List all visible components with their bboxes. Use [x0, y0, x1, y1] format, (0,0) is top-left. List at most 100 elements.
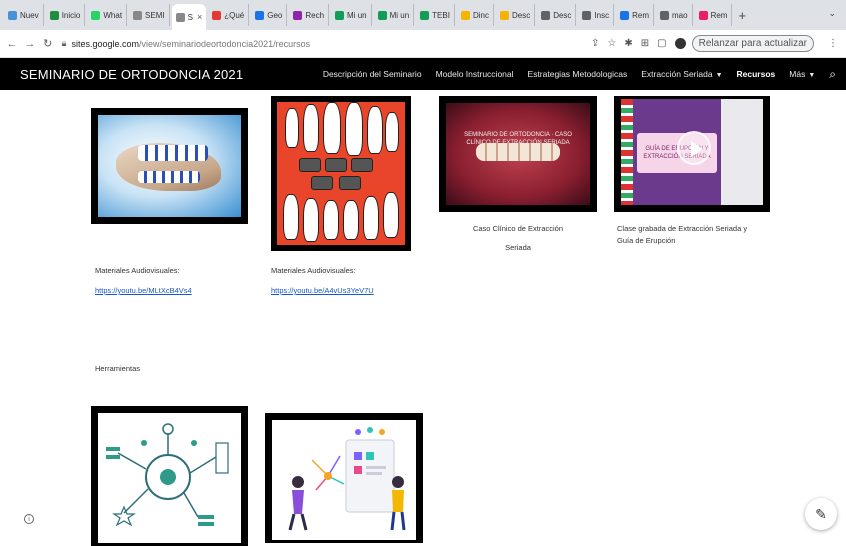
tab-favicon-icon — [541, 10, 551, 20]
clinical-case-caption: Caso Clínico de Extracción Seriada — [452, 224, 584, 252]
nav-mas[interactable]: Más ▼ — [789, 69, 815, 79]
tooth-shape — [367, 106, 383, 154]
teeth-diagram-image[interactable] — [271, 96, 411, 251]
tab-favicon-icon — [420, 10, 430, 20]
tab-label: Inicio — [61, 10, 81, 20]
tooth-shape — [383, 192, 399, 238]
tab-favicon-icon — [255, 10, 265, 20]
star-icon[interactable]: ☆ — [607, 38, 616, 49]
browser-tab[interactable]: Rech — [289, 4, 330, 26]
tab-label: Nuev — [20, 10, 39, 20]
tab-label: S — [187, 12, 193, 22]
tooth-shape — [325, 158, 347, 172]
edit-pencil-icon[interactable]: ✎ — [805, 498, 837, 530]
tools-diagram-canvas — [98, 413, 241, 543]
nav-label: Estrategias Metodologicas — [527, 69, 628, 79]
puzzle-icon[interactable]: ⊞ — [641, 38, 649, 49]
browser-tab[interactable]: SEMI — [129, 4, 170, 26]
tooth-shape — [323, 102, 341, 154]
tab-favicon-icon — [133, 10, 143, 20]
material-label-1: Materiales Audiovisuales: — [95, 266, 180, 275]
browser-tab[interactable]: Insc — [578, 4, 615, 26]
nav-label: Modelo Instruccional — [435, 69, 514, 79]
profile-avatar[interactable] — [674, 38, 686, 49]
tab-label: Dinc — [472, 10, 489, 20]
nav-label: Recursos — [736, 69, 776, 79]
search-icon[interactable]: ⌕ — [829, 67, 836, 82]
browser-tab[interactable]: Mi un — [331, 4, 372, 26]
tab-favicon-icon — [660, 10, 669, 20]
material-link-2[interactable]: https://youtu.be/A4vUs3YeV7U — [271, 286, 374, 295]
url-path: /view/seminariodeortodoncia2021/recursos — [139, 38, 311, 49]
teeth-diagram-canvas — [277, 102, 405, 245]
tab-search-icon[interactable]: ⌄ — [828, 8, 836, 19]
jaw-image[interactable] — [91, 108, 248, 224]
tab-favicon-icon — [91, 10, 101, 20]
tab-favicon-icon — [377, 10, 387, 20]
class-caption-line-2: Guía de Erupción — [617, 236, 676, 245]
tab-label: Rech — [305, 10, 325, 20]
close-icon[interactable]: × — [197, 12, 202, 22]
tooth-shape — [303, 104, 319, 152]
browser-tab[interactable]: Dinc — [457, 4, 494, 26]
recorded-class-frame: GUÍA DE ERUPCIÓN Y EXTRACCIÓN SERIADA — [621, 99, 763, 205]
browser-tab[interactable]: Inicio — [46, 4, 86, 26]
clinical-case-video[interactable]: SEMINARIO DE ORTODONCIA · CASO CLÍNICO D… — [439, 96, 597, 212]
nav-extraccion-seriada[interactable]: Extracción Seriada ▼ — [641, 69, 722, 79]
nav-descripcion[interactable]: Descripción del Seminario — [323, 69, 422, 79]
play-icon[interactable] — [677, 131, 711, 165]
browser-tab[interactable]: Rem — [695, 4, 733, 26]
update-button[interactable]: Relanzar para actualizar — [691, 35, 815, 52]
tab-label: Rem — [632, 10, 649, 20]
reload-icon[interactable]: ↻ — [42, 37, 54, 50]
tooth-shape — [343, 200, 359, 240]
forward-arrow-icon[interactable]: → — [24, 38, 36, 50]
chevron-down-icon: ▼ — [715, 72, 723, 79]
recorded-class-video[interactable]: GUÍA DE ERUPCIÓN Y EXTRACCIÓN SERIADA — [614, 96, 770, 212]
browser-tab[interactable]: Desc — [537, 4, 577, 26]
extension-icon[interactable]: ✱ — [624, 38, 632, 49]
browser-tab[interactable]: Geo — [251, 4, 288, 26]
browser-tab[interactable]: ¿Qué — [208, 4, 250, 26]
jaw-image-canvas — [98, 115, 241, 217]
site-title[interactable]: SEMINARIO DE ORTODONCIA 2021 — [20, 67, 243, 82]
browser-tab[interactable]: S × — [171, 4, 207, 30]
nav-recursos[interactable]: Recursos — [737, 69, 776, 79]
back-arrow-icon[interactable]: ← — [6, 38, 18, 50]
tooth-shape — [363, 196, 379, 240]
new-tab-button[interactable]: + — [738, 8, 746, 23]
tab-favicon-icon — [698, 10, 708, 20]
tools-diagram-image[interactable] — [91, 406, 248, 546]
browser-tab[interactable]: Nuev — [4, 4, 44, 26]
tooth-shape — [283, 194, 299, 240]
slide-thumbnails — [621, 99, 633, 205]
browser-tab[interactable]: Rem — [616, 4, 654, 26]
sidepanel-icon[interactable]: ▢ — [657, 38, 666, 49]
browser-menu-icon[interactable]: ⋮ — [828, 38, 838, 49]
brainstorm-image[interactable] — [265, 413, 423, 543]
address-bar[interactable]: 🔒︎ sites.google.com/view/seminariodeorto… — [62, 34, 571, 54]
clinical-caption-line-1: Caso Clínico de Extracción — [472, 224, 564, 233]
browser-tab[interactable]: Desc — [496, 4, 536, 26]
nav-label: Extracción Seriada — [641, 69, 713, 79]
chevron-down-icon: ▼ — [808, 72, 816, 79]
material-link-1[interactable]: https://youtu.be/MLtXcB4Vs4 — [95, 286, 192, 295]
share-icon[interactable]: ⇪ — [591, 38, 599, 49]
material-label-2: Materiales Audiovisuales: — [271, 266, 356, 275]
nav-estrategias[interactable]: Estrategias Metodologicas — [528, 69, 628, 79]
presenter-panel — [721, 99, 763, 205]
browser-tab[interactable]: Mi un — [374, 4, 415, 26]
tab-favicon-icon — [582, 10, 592, 20]
tab-label: TEBI — [432, 10, 450, 20]
browser-tab-strip: Nuev Inicio What SEMI S × ¿Qué Geo Rech Mi un Mi u… — [0, 0, 846, 30]
browser-tab[interactable]: What — [87, 4, 128, 26]
nav-modelo-instruccional[interactable]: Modelo Instruccional — [436, 69, 514, 79]
nav-label: Descripción del Seminario — [322, 69, 422, 79]
browser-tab[interactable]: mao — [656, 4, 693, 26]
info-icon[interactable]: i — [24, 514, 34, 524]
class-caption-line-1: Clase grabada de Extracción Seriada y — [617, 224, 748, 233]
page-content: SEMINARIO DE ORTODONCIA · CASO CLÍNICO D… — [0, 90, 846, 546]
site-header: SEMINARIO DE ORTODONCIA 2021 Descripción… — [0, 58, 846, 90]
tab-label: Geo — [267, 10, 283, 20]
browser-tab[interactable]: TEBI — [416, 4, 455, 26]
